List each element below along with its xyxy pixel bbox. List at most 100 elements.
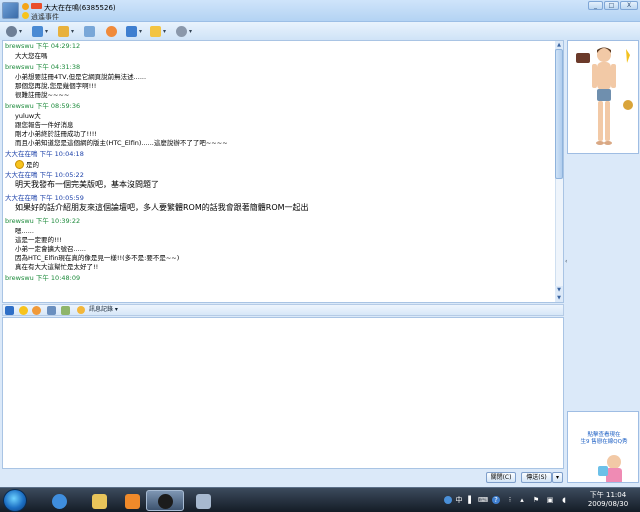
magic-emoticon-icon[interactable]	[32, 306, 41, 315]
emoticon-icon[interactable]	[19, 306, 28, 315]
chevron-down-icon: ▾	[45, 27, 49, 35]
qq-show-avatar	[576, 47, 633, 145]
ime-options-icon[interactable]: ⁝	[506, 496, 514, 504]
mood-icon	[22, 12, 29, 19]
message-text-content: 真在有大大這幫忙是太好了!!	[15, 263, 99, 271]
message-text: 那個您再說,您是幾個字啊!!!	[15, 82, 96, 90]
taskbar-window[interactable]	[184, 490, 222, 511]
format-toolbar: 訊息記錄 ▾	[2, 304, 564, 316]
avatar-shorts	[597, 89, 611, 101]
message-text: yuluw大	[15, 112, 41, 120]
message-text-content: 因為HTC_Elfin現在真的像是見一樣!!(多不是:要不是~~)	[15, 254, 180, 262]
remote-assist-button[interactable]: ▾	[126, 24, 142, 38]
image-icon[interactable]	[61, 306, 70, 315]
message-text: 小弟一定會擴大號召......	[15, 245, 86, 253]
window-icon	[196, 494, 211, 509]
taskbar-qq[interactable]	[146, 490, 184, 511]
voice-call-button[interactable]: ▾	[32, 24, 48, 38]
font-icon[interactable]	[5, 306, 14, 315]
video-icon	[6, 25, 17, 37]
keyboard-icon[interactable]: ⌨	[478, 496, 488, 504]
chat-history[interactable]: brewswu 下午 04:29:12 大大您在嗎 brewswu 下午 04:31…	[2, 40, 564, 303]
message-header: brewswu 下午 04:31:38	[5, 63, 81, 71]
create-group-button[interactable]	[84, 24, 95, 38]
help-icon[interactable]: ?	[492, 496, 500, 504]
vip-icon	[31, 3, 42, 9]
qq-penguin-icon	[158, 494, 173, 509]
message-input[interactable]	[2, 317, 564, 469]
close-chat-button[interactable]: 關閉(C)	[486, 472, 516, 483]
maximize-button[interactable]: □	[604, 1, 619, 10]
action-bar: 關閉(C) 傳送(S) ▾	[0, 469, 565, 487]
qq-show-ad[interactable]: 點擊查看現在 生9 售戀在線QQ秀	[567, 411, 639, 483]
medal-icon	[623, 100, 633, 110]
chevron-down-icon: ▾	[19, 27, 23, 35]
ime-mode-icon[interactable]: 中	[455, 496, 463, 504]
chat-toolbar: ▾ ▾ ▾ ▾ ▾ ▾	[0, 22, 640, 40]
qq-show-panel[interactable]	[567, 40, 639, 154]
message-text-content: 那個您再說,您是幾個字啊!!!	[15, 82, 97, 90]
scroll-down-icon[interactable]: ▼	[555, 286, 563, 294]
apps-button[interactable]	[106, 24, 117, 38]
message-text: 因為HTC_Elfin現在真的像是見一樣!!(多不是:要不是~~)	[15, 254, 179, 262]
message-text-content: 明天我發布一個完美版吧，基本沒問題了	[15, 180, 159, 189]
message-header: 大大在在鳴 下午 10:05:22	[5, 171, 84, 179]
contact-status: 逍遙事件	[31, 13, 59, 21]
scroll-up-icon[interactable]: ▲	[555, 41, 563, 49]
message-text: 而且小弟知道您是這個網的版主(HTC_Elfin)......這麼說辦不了了吧~…	[15, 139, 228, 147]
media-player-icon	[125, 494, 140, 509]
fullwidth-icon[interactable]: ▌	[467, 496, 475, 504]
scroll-end-icon[interactable]: ▼	[555, 294, 563, 302]
send-options-dropdown[interactable]: ▾	[552, 472, 563, 483]
avatar-foot-right	[604, 141, 612, 145]
avatar-arm-right	[611, 64, 616, 88]
flag-icon[interactable]: ⚑	[532, 496, 540, 504]
title-bar[interactable]: 大大在在鳴(6385526) 逍遙事件 _ □ X	[0, 0, 640, 22]
history-icon[interactable]	[77, 306, 85, 314]
share-button[interactable]: ▾	[150, 24, 166, 38]
contact-avatar[interactable]	[2, 2, 19, 19]
taskbar-ie[interactable]	[40, 490, 78, 511]
avatar-foot-left	[596, 141, 604, 145]
send-file-button[interactable]: ▾	[58, 24, 74, 38]
message-text: 大大您在嗎	[15, 52, 48, 60]
internet-explorer-icon	[52, 494, 67, 509]
clock-date[interactable]: 2009/08/30	[580, 500, 636, 508]
ime-icon[interactable]	[444, 496, 452, 504]
windows-taskbar: 中 ▌ ⌨ ? ⁝ ▴ ⚑ ▣ ◖	[0, 487, 640, 512]
chevron-down-icon: ▾	[163, 27, 167, 35]
avatar-leg-right	[605, 101, 610, 141]
message-text: 剛才小弟終於註冊成功了!!!!	[15, 130, 97, 138]
message-text: 小弟想要註冊4TV,但是它網頁說前無法述......	[15, 73, 146, 81]
minimize-button[interactable]: _	[588, 1, 603, 10]
status-badge-icon	[22, 3, 29, 10]
ad-figure-head	[607, 455, 621, 469]
message-text-content: 大大您在嗎	[15, 52, 48, 60]
scrollbar-thumb[interactable]	[555, 49, 563, 179]
message-text-content: 而且小弟知道您是這個網的版主(HTC_Elfin)......這麼說辦不了了吧~…	[15, 139, 228, 147]
message-text-content: 小弟想要註冊4TV,但是它網頁說前無法述......	[15, 73, 147, 81]
message-text-content: yuluw大	[15, 112, 41, 120]
send-button[interactable]: 傳送(S)	[521, 472, 552, 483]
clock-time[interactable]: 下午 11:04	[582, 490, 634, 500]
message-text: 真在有大大這幫忙是太好了!!	[15, 263, 98, 271]
chevron-down-icon: ▾	[139, 27, 143, 35]
show-hidden-icons-icon[interactable]: ▴	[518, 496, 526, 504]
message-header: 大大在在鳴 下午 10:05:59	[5, 194, 84, 202]
message-log-button[interactable]: 訊息記錄 ▾	[89, 305, 118, 315]
close-window-button[interactable]: X	[620, 1, 638, 10]
network-icon[interactable]: ▣	[546, 496, 554, 504]
video-call-button[interactable]: ▾	[6, 24, 22, 38]
settings-button[interactable]: ▾	[176, 24, 192, 38]
volume-icon[interactable]: ◖	[560, 496, 568, 504]
avatar-torso	[597, 62, 611, 90]
ad-image	[598, 455, 622, 482]
start-button[interactable]	[3, 489, 27, 512]
screenshot-icon[interactable]	[47, 306, 56, 315]
message-text: 如果好的話介紹朋友來這個論壇吧，多人要繁體ROM的話我會跟著簡體ROM一起出	[15, 204, 309, 212]
message-text-content: 這是一定要的!!!	[15, 236, 62, 244]
message-text-content: 嗯......	[15, 227, 34, 235]
window-controls: _ □ X	[588, 1, 638, 10]
collapse-panel-icon[interactable]: ‹	[565, 258, 567, 265]
apps-icon	[106, 25, 117, 37]
